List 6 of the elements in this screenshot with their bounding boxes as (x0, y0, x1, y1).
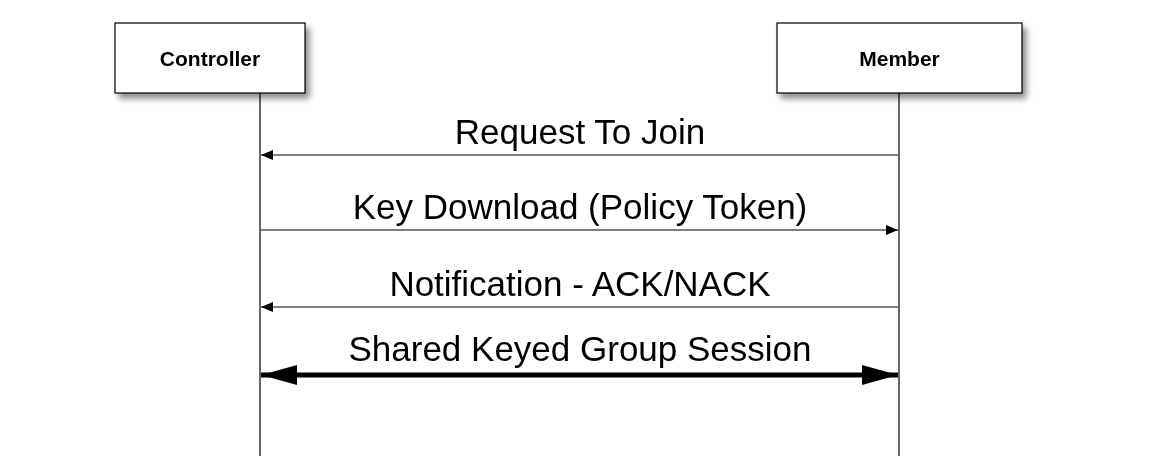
message-label: Key Download (Policy Token) (352, 187, 808, 226)
message-label: Request To Join (454, 112, 706, 151)
participant-label: Controller (159, 47, 261, 70)
message-label: Notification - ACK/NACK (389, 264, 771, 303)
participant-label: Member (859, 47, 940, 70)
message-label: Shared Keyed Group Session (348, 329, 812, 368)
